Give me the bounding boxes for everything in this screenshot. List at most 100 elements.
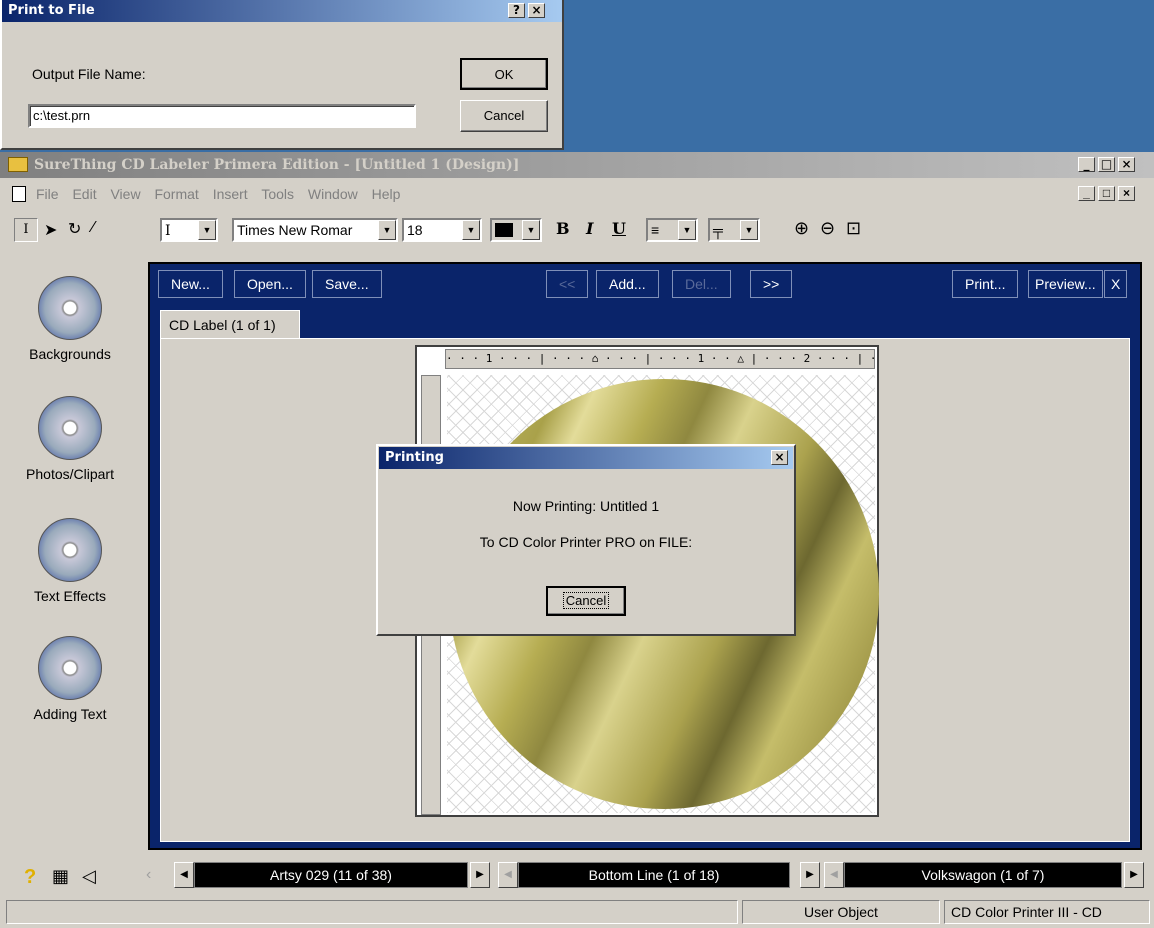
maximize-icon[interactable]: □ <box>1098 157 1115 172</box>
now-printing-text: Now Printing: Untitled 1 <box>512 498 660 514</box>
menu-window[interactable]: Window <box>308 186 358 202</box>
text-effects-tool[interactable]: Text Effects <box>0 518 140 604</box>
save-button[interactable]: Save... <box>312 270 382 298</box>
app-title: SureThing CD Labeler Primera Edition - [… <box>34 157 520 173</box>
printer-destination-text: To CD Color Printer PRO on FILE: <box>479 534 693 550</box>
properties-icon[interactable]: ▦ <box>52 866 69 887</box>
text-effects-label: Text Effects <box>33 588 107 604</box>
preview-button[interactable]: Preview... <box>1028 270 1103 298</box>
printing-title: Printing <box>385 450 444 465</box>
close-icon[interactable]: × <box>1118 157 1135 172</box>
help-question-icon[interactable]: ? <box>24 866 36 889</box>
status-message <box>6 900 738 924</box>
speaker-icon[interactable]: ◁ <box>82 866 96 887</box>
align-select[interactable]: ≡ ▼ <box>646 218 698 242</box>
menu-help[interactable]: Help <box>372 186 401 202</box>
menu-file[interactable]: File <box>36 186 59 202</box>
doc-close-icon[interactable]: × <box>1118 186 1135 201</box>
cancel-button[interactable]: Cancel <box>460 100 548 132</box>
horizontal-ruler: · · · 1 · · · | · · · ⌂ · · · | · · · 1 … <box>445 349 875 369</box>
print-button[interactable]: Print... <box>952 270 1019 298</box>
chevron-down-icon[interactable]: ▼ <box>198 220 216 240</box>
add-button[interactable]: Add... <box>596 270 659 298</box>
zoom-in-icon[interactable]: ⊕ <box>794 218 809 239</box>
chevron-down-icon[interactable]: ▼ <box>378 220 396 240</box>
photos-clipart-tool[interactable]: Photos/Clipart <box>0 396 140 482</box>
close-button[interactable]: × <box>528 3 545 18</box>
menu-view[interactable]: View <box>110 186 140 202</box>
text-effects-icon <box>38 518 102 582</box>
pointer-icon[interactable]: ➤ <box>44 220 57 240</box>
close-icon[interactable]: × <box>771 450 788 465</box>
new-button[interactable]: New... <box>158 270 223 298</box>
tab-cd-label[interactable]: CD Label (1 of 1) <box>160 310 300 340</box>
print-to-file-dialog: Print to File ? × Output File Name: c:\t… <box>0 0 564 150</box>
scroll3-right-arrow[interactable]: ▶ <box>1124 862 1144 888</box>
del-button[interactable]: Del... <box>672 270 731 298</box>
menu-bar: File Edit View Format Insert Tools Windo… <box>0 182 1154 206</box>
zoom-out-icon[interactable]: ⊖ <box>820 218 835 239</box>
output-file-input[interactable]: c:\test.prn <box>28 104 416 128</box>
ok-button[interactable]: OK <box>460 58 548 90</box>
chevron-down-icon[interactable]: ▼ <box>462 220 480 240</box>
text-cursor-icon[interactable]: I <box>14 218 38 242</box>
printing-dialog: Printing × Now Printing: Untitled 1 To C… <box>376 444 796 636</box>
help-button[interactable]: ? <box>508 3 525 18</box>
printing-titlebar: Printing × <box>379 447 793 469</box>
doc-minimize-icon[interactable]: _ <box>1078 186 1095 201</box>
chevron-down-icon[interactable]: ▼ <box>740 220 758 240</box>
font-size-value: 18 <box>407 222 423 238</box>
chevron-down-icon[interactable]: ▼ <box>678 220 696 240</box>
background-scroller[interactable]: Artsy 029 (11 of 38) <box>194 862 468 888</box>
font-name-value: Times New Romar <box>237 222 353 238</box>
theme-scroller[interactable]: Volkswagon (1 of 7) <box>844 862 1122 888</box>
underline-button[interactable]: U <box>612 219 626 238</box>
eyedropper-icon[interactable]: ⁄ <box>92 219 95 237</box>
valign-icon: ╤ <box>713 222 723 238</box>
scroll1-right-arrow[interactable]: ▶ <box>470 862 490 888</box>
photos-icon <box>38 396 102 460</box>
doc-restore-icon[interactable]: □ <box>1098 186 1115 201</box>
menu-insert[interactable]: Insert <box>213 186 248 202</box>
scroll2-right-arrow[interactable]: ▶ <box>800 862 820 888</box>
menu-format[interactable]: Format <box>154 186 198 202</box>
minimize-icon[interactable]: _ <box>1078 157 1095 172</box>
menu-edit[interactable]: Edit <box>72 186 96 202</box>
cancel-printing-button[interactable]: Cancel <box>546 586 626 616</box>
font-name-select[interactable]: Times New Romar ▼ <box>232 218 398 242</box>
text-mode-select[interactable]: I ▼ <box>160 218 218 242</box>
zoom-fit-icon[interactable]: ⊡ <box>846 218 861 239</box>
status-printer: CD Color Printer III - CD <box>944 900 1150 924</box>
format-toolbar: I ➤ ↻ ⁄ I ▼ Times New Romar ▼ 18 ▼ ▼ B I… <box>14 216 1144 246</box>
font-size-select[interactable]: 18 ▼ <box>402 218 482 242</box>
text-cursor-icon: I <box>165 223 171 239</box>
prev-button[interactable]: << <box>546 270 589 298</box>
adding-text-label: Adding Text <box>33 706 107 722</box>
cd-app-icon <box>8 157 28 172</box>
app-titlebar: SureThing CD Labeler Primera Edition - [… <box>0 152 1154 178</box>
next-button[interactable]: >> <box>750 270 793 298</box>
adding-text-icon <box>38 636 102 700</box>
status-object: User Object <box>742 900 940 924</box>
close-workspace-button[interactable]: X <box>1104 270 1128 298</box>
backgrounds-icon <box>38 276 102 340</box>
scroll2-left-arrow[interactable]: ◀ <box>498 862 518 888</box>
menu-tools[interactable]: Tools <box>261 186 294 202</box>
valign-select[interactable]: ╤ ▼ <box>708 218 760 242</box>
adding-text-tool[interactable]: Adding Text <box>0 636 140 722</box>
chevron-down-icon[interactable]: ▼ <box>522 220 540 240</box>
color-swatch <box>495 223 513 237</box>
backgrounds-tool[interactable]: Backgrounds <box>0 276 140 362</box>
text-color-select[interactable]: ▼ <box>490 218 542 242</box>
open-button[interactable]: Open... <box>234 270 306 298</box>
scroll1-left-arrow[interactable]: ◀ <box>174 862 194 888</box>
layout-scroller[interactable]: Bottom Line (1 of 18) <box>518 862 790 888</box>
backgrounds-label: Backgrounds <box>29 346 111 362</box>
document-icon <box>12 186 26 202</box>
bold-button[interactable]: B <box>556 219 570 238</box>
scroll-left-icon[interactable]: ‹ <box>146 866 151 884</box>
cancel-printing-label: Cancel <box>562 592 610 609</box>
scroll3-left-arrow[interactable]: ◀ <box>824 862 844 888</box>
rotate-icon[interactable]: ↻ <box>68 219 81 239</box>
italic-button[interactable]: I <box>586 219 593 238</box>
